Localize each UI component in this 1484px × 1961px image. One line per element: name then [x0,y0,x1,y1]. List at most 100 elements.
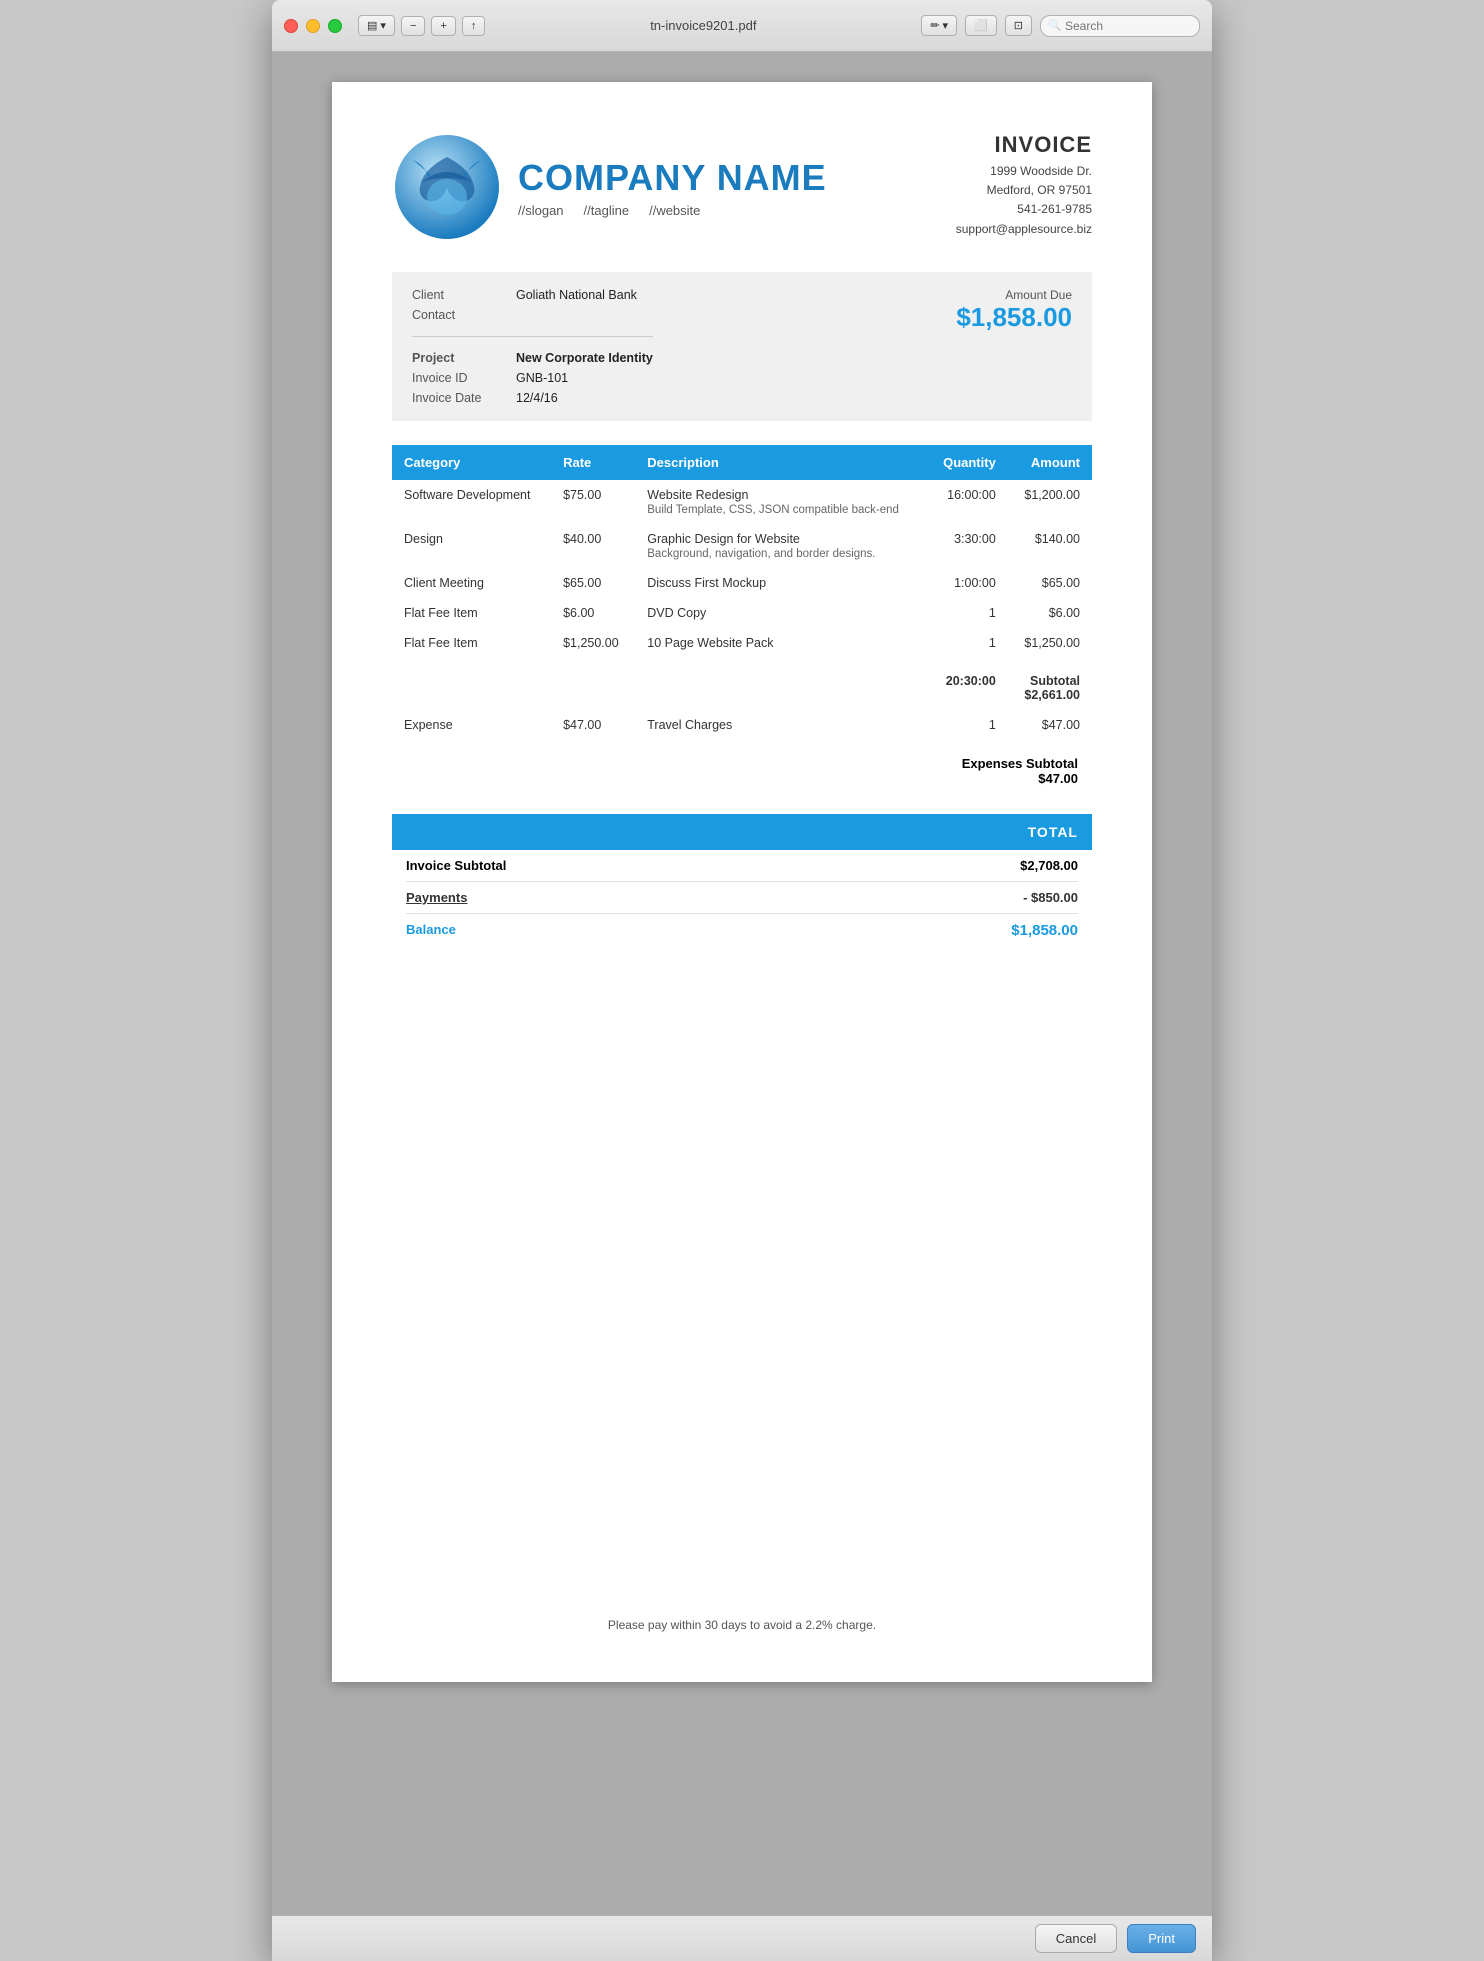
desc-title-4: DVD Copy [647,606,914,620]
cell-rate-3: $65.00 [551,568,635,598]
app-window: ▤ ▾ − + ↑ tn-invoice9201.pdf ✏ ▾ ⬜ ⊡ [272,0,1212,1961]
cell-rate-5: $1,250.00 [551,628,635,658]
cell-qty-expense: 1 [927,710,1008,740]
desc-title-5: 10 Page Website Pack [647,636,914,650]
company-tagline: //slogan //tagline //website [518,203,827,218]
table-row: Flat Fee Item $6.00 DVD Copy 1 $6.00 [392,598,1092,628]
minimize-button[interactable] [306,19,320,33]
cell-qty-4: 1 [927,598,1008,628]
invoice-id-row: Invoice ID GNB-101 [412,371,653,385]
expenses-subtotal-label: Expenses Subtotal [406,756,1078,771]
sidebar-toggle-button[interactable]: ▤ ▾ [358,15,395,36]
cell-category-2: Design [392,524,551,568]
table-row: Design $40.00 Graphic Design for Website… [392,524,1092,568]
cell-category-1: Software Development [392,480,551,524]
maximize-button[interactable] [328,19,342,33]
payments-value: - $850.00 [1023,890,1078,905]
toolbar-right: ✏ ▾ ⬜ ⊡ 🔍 [921,15,1200,37]
cell-desc-1: Website Redesign Build Template, CSS, JS… [635,480,926,524]
pen-chevron-icon: ▾ [943,19,949,32]
table-header-row: Category Rate Description Quantity Amoun… [392,445,1092,480]
col-header-quantity: Quantity [927,445,1008,480]
cell-desc-5: 10 Page Website Pack [635,628,926,658]
logo-section: COMPANY NAME //slogan //tagline //websit… [392,132,827,242]
search-input[interactable] [1040,15,1200,37]
invoice-title: INVOICE [956,132,1092,158]
cell-desc-4: DVD Copy [635,598,926,628]
subtotal-qty: 20:30:00 [927,658,1008,710]
balance-value: $1,858.00 [1011,922,1078,939]
cell-category-5: Flat Fee Item [392,628,551,658]
project-value: New Corporate Identity [516,351,653,365]
zoom-out-button[interactable]: − [401,16,425,36]
client-name-row: Client Goliath National Bank [412,288,653,302]
company-tagline-text: //tagline [584,203,630,218]
invoice-id-value: GNB-101 [516,371,568,385]
annotate-button[interactable]: ⬜ [965,15,997,36]
desc-title-3: Discuss First Mockup [647,576,914,590]
desc-title-2: Graphic Design for Website [647,532,914,546]
traffic-lights [284,19,342,33]
camera-button[interactable]: ⊡ [1005,15,1032,36]
cell-amount-3: $65.00 [1008,568,1092,598]
cell-qty-1: 16:00:00 [927,480,1008,524]
cell-rate-expense: $47.00 [551,710,635,740]
pdf-area[interactable]: COMPANY NAME //slogan //tagline //websit… [272,52,1212,1915]
close-button[interactable] [284,19,298,33]
invoice-date-label: Invoice Date [412,391,492,405]
cell-desc-expense: Travel Charges [635,710,926,740]
cell-qty-2: 3:30:00 [927,524,1008,568]
client-value: Goliath National Bank [516,288,637,302]
zoom-in-icon: + [440,20,446,32]
cell-rate-1: $75.00 [551,480,635,524]
company-slogan: //slogan [518,203,564,218]
subtotal-value: $2,661.00 [1020,688,1080,702]
print-button[interactable]: Print [1127,1924,1196,1953]
desc-title-1: Website Redesign [647,488,914,502]
invoice-header: COMPANY NAME //slogan //tagline //websit… [392,132,1092,242]
invoice-footer: Please pay within 30 days to avoid a 2.2… [332,1618,1152,1632]
invoice-subtotal-value: $2,708.00 [1020,858,1078,873]
sidebar-icon: ▤ [367,19,377,32]
company-logo [392,132,502,242]
client-label: Client [412,288,492,302]
desc-sub-1: Build Template, CSS, JSON compatible bac… [647,504,914,516]
cell-category-expense: Expense [392,710,551,740]
toolbar-left: ▤ ▾ − + ↑ [358,15,485,36]
bottom-bar: Cancel Print [272,1915,1212,1961]
contact-row: Contact [412,308,653,322]
project-label: Project [412,351,492,365]
cell-amount-expense: $47.00 [1008,710,1092,740]
invoice-address1: 1999 Woodside Dr. [956,162,1092,181]
company-name: COMPANY NAME [518,157,827,199]
sidebar-chevron-icon: ▾ [380,19,386,32]
zoom-in-button[interactable]: + [431,16,455,36]
company-text: COMPANY NAME //slogan //tagline //websit… [518,157,827,218]
desc-sub-2: Background, navigation, and border desig… [647,548,914,560]
total-section: TOTAL Invoice Subtotal $2,708.00 Payment… [392,814,1092,947]
invoice-id-label: Invoice ID [412,371,492,385]
table-row: Client Meeting $65.00 Discuss First Mock… [392,568,1092,598]
invoice-subtotal-row: Invoice Subtotal $2,708.00 [406,850,1078,882]
payments-row: Payments - $850.00 [406,882,1078,914]
cell-category-4: Flat Fee Item [392,598,551,628]
expenses-subtotal-value: $47.00 [406,771,1078,786]
zoom-out-icon: − [410,20,416,32]
invoice-date-row: Invoice Date 12/4/16 [412,391,653,405]
invoice-date-value: 12/4/16 [516,391,558,405]
expenses-subtotal-section: Expenses Subtotal $47.00 [392,740,1092,794]
invoice-address2: Medford, OR 97501 [956,181,1092,200]
pen-button[interactable]: ✏ ▾ [921,15,957,36]
share-button[interactable]: ↑ [462,16,486,36]
cancel-button[interactable]: Cancel [1035,1924,1117,1953]
share-icon: ↑ [471,20,477,32]
invoice-phone: 541-261-9785 [956,200,1092,219]
client-left: Client Goliath National Bank Contact Pro… [412,288,653,405]
client-section: Client Goliath National Bank Contact Pro… [392,272,1092,421]
pen-icon: ✏ [930,19,939,32]
total-rows: Invoice Subtotal $2,708.00 Payments - $8… [392,850,1092,947]
titlebar: ▤ ▾ − + ↑ tn-invoice9201.pdf ✏ ▾ ⬜ ⊡ [272,0,1212,52]
client-right: Amount Due $1,858.00 [956,288,1072,333]
cell-rate-4: $6.00 [551,598,635,628]
search-wrapper: 🔍 [1040,15,1200,37]
